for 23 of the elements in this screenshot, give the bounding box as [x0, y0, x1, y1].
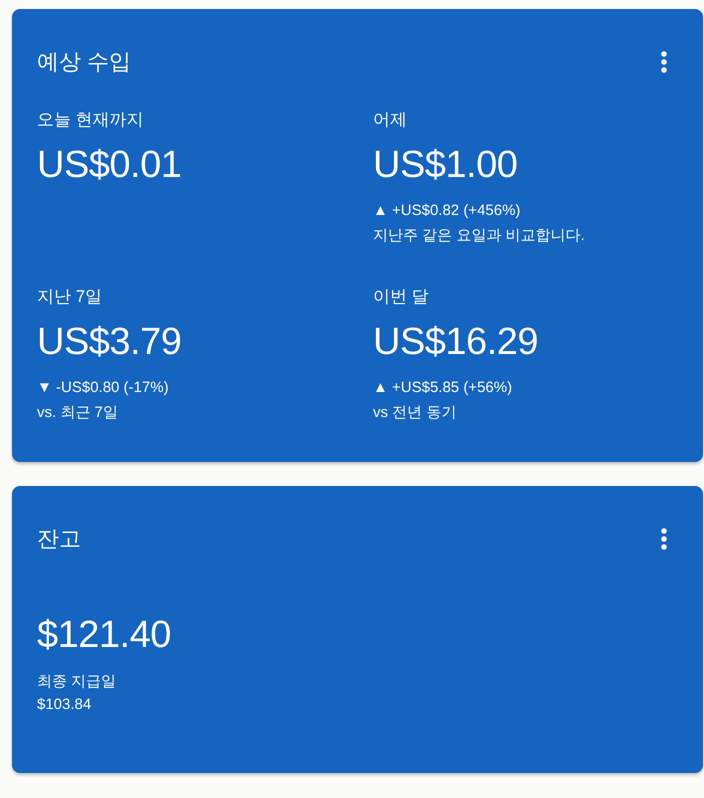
- card-title: 잔고: [37, 525, 81, 553]
- metric-label: 이번 달: [373, 286, 429, 308]
- vertical-dots-icon: [661, 528, 667, 550]
- metric-value: US$3.79: [37, 320, 182, 365]
- metric-change: ▲ +US$5.85 (+56%): [373, 378, 512, 398]
- last-payment-label: 최종 지급일: [37, 672, 116, 692]
- metric-label: 어제: [373, 109, 407, 131]
- metric-value: US$0.01: [37, 143, 182, 188]
- more-button[interactable]: [660, 528, 668, 550]
- comparison-note: vs. 최근 7일: [37, 403, 118, 423]
- balance-value: $121.40: [37, 613, 171, 658]
- metric-value: US$1.00: [373, 143, 518, 188]
- more-button[interactable]: [660, 51, 668, 73]
- metric-label: 오늘 현재까지: [37, 109, 144, 131]
- card-title: 예상 수입: [37, 48, 132, 76]
- last-payment-amount: $103.84: [37, 695, 92, 715]
- vertical-dots-icon: [661, 51, 667, 73]
- comparison-note: 지난주 같은 요일과 비교합니다.: [373, 226, 585, 246]
- metric-change: ▼ -US$0.80 (-17%): [37, 378, 169, 398]
- comparison-note: vs 전년 동기: [373, 403, 456, 423]
- metric-label: 지난 7일: [37, 286, 102, 308]
- metric-change: ▲ +US$0.82 (+456%): [373, 201, 520, 221]
- metric-value: US$16.29: [373, 320, 538, 365]
